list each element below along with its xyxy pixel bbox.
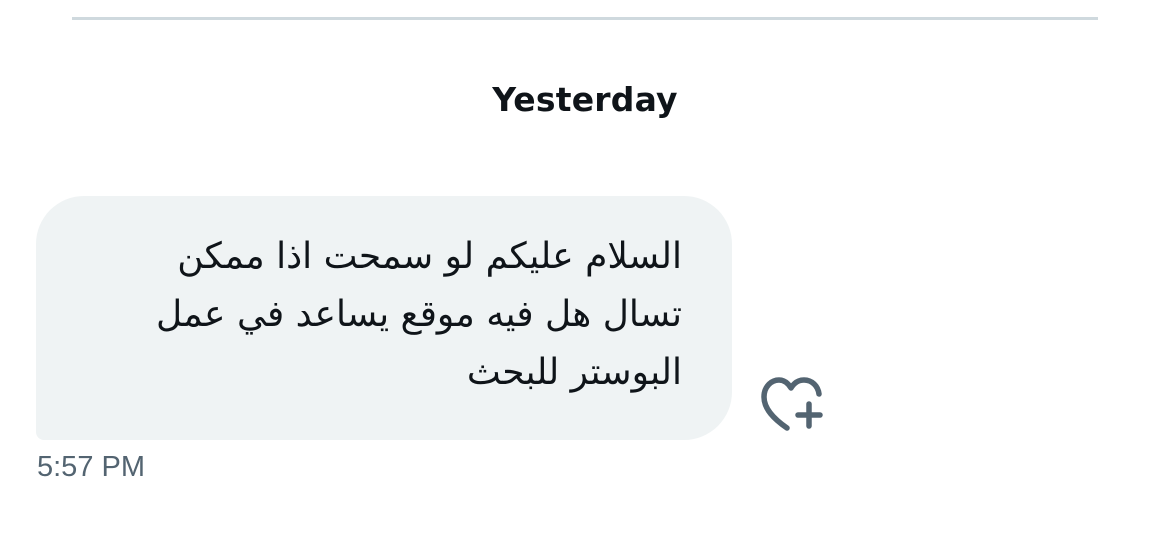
heart-plus-icon: [760, 376, 824, 434]
message-timestamp: 5:57 PM: [37, 451, 145, 483]
add-reaction-button[interactable]: [760, 376, 824, 434]
message-text: السلام عليكم لو سمحت اذا ممكن تسال هل في…: [155, 236, 682, 393]
message-bubble[interactable]: السلام عليكم لو سمحت اذا ممكن تسال هل في…: [36, 196, 732, 440]
day-separator: Yesterday: [492, 80, 678, 119]
top-divider: [72, 17, 1098, 20]
